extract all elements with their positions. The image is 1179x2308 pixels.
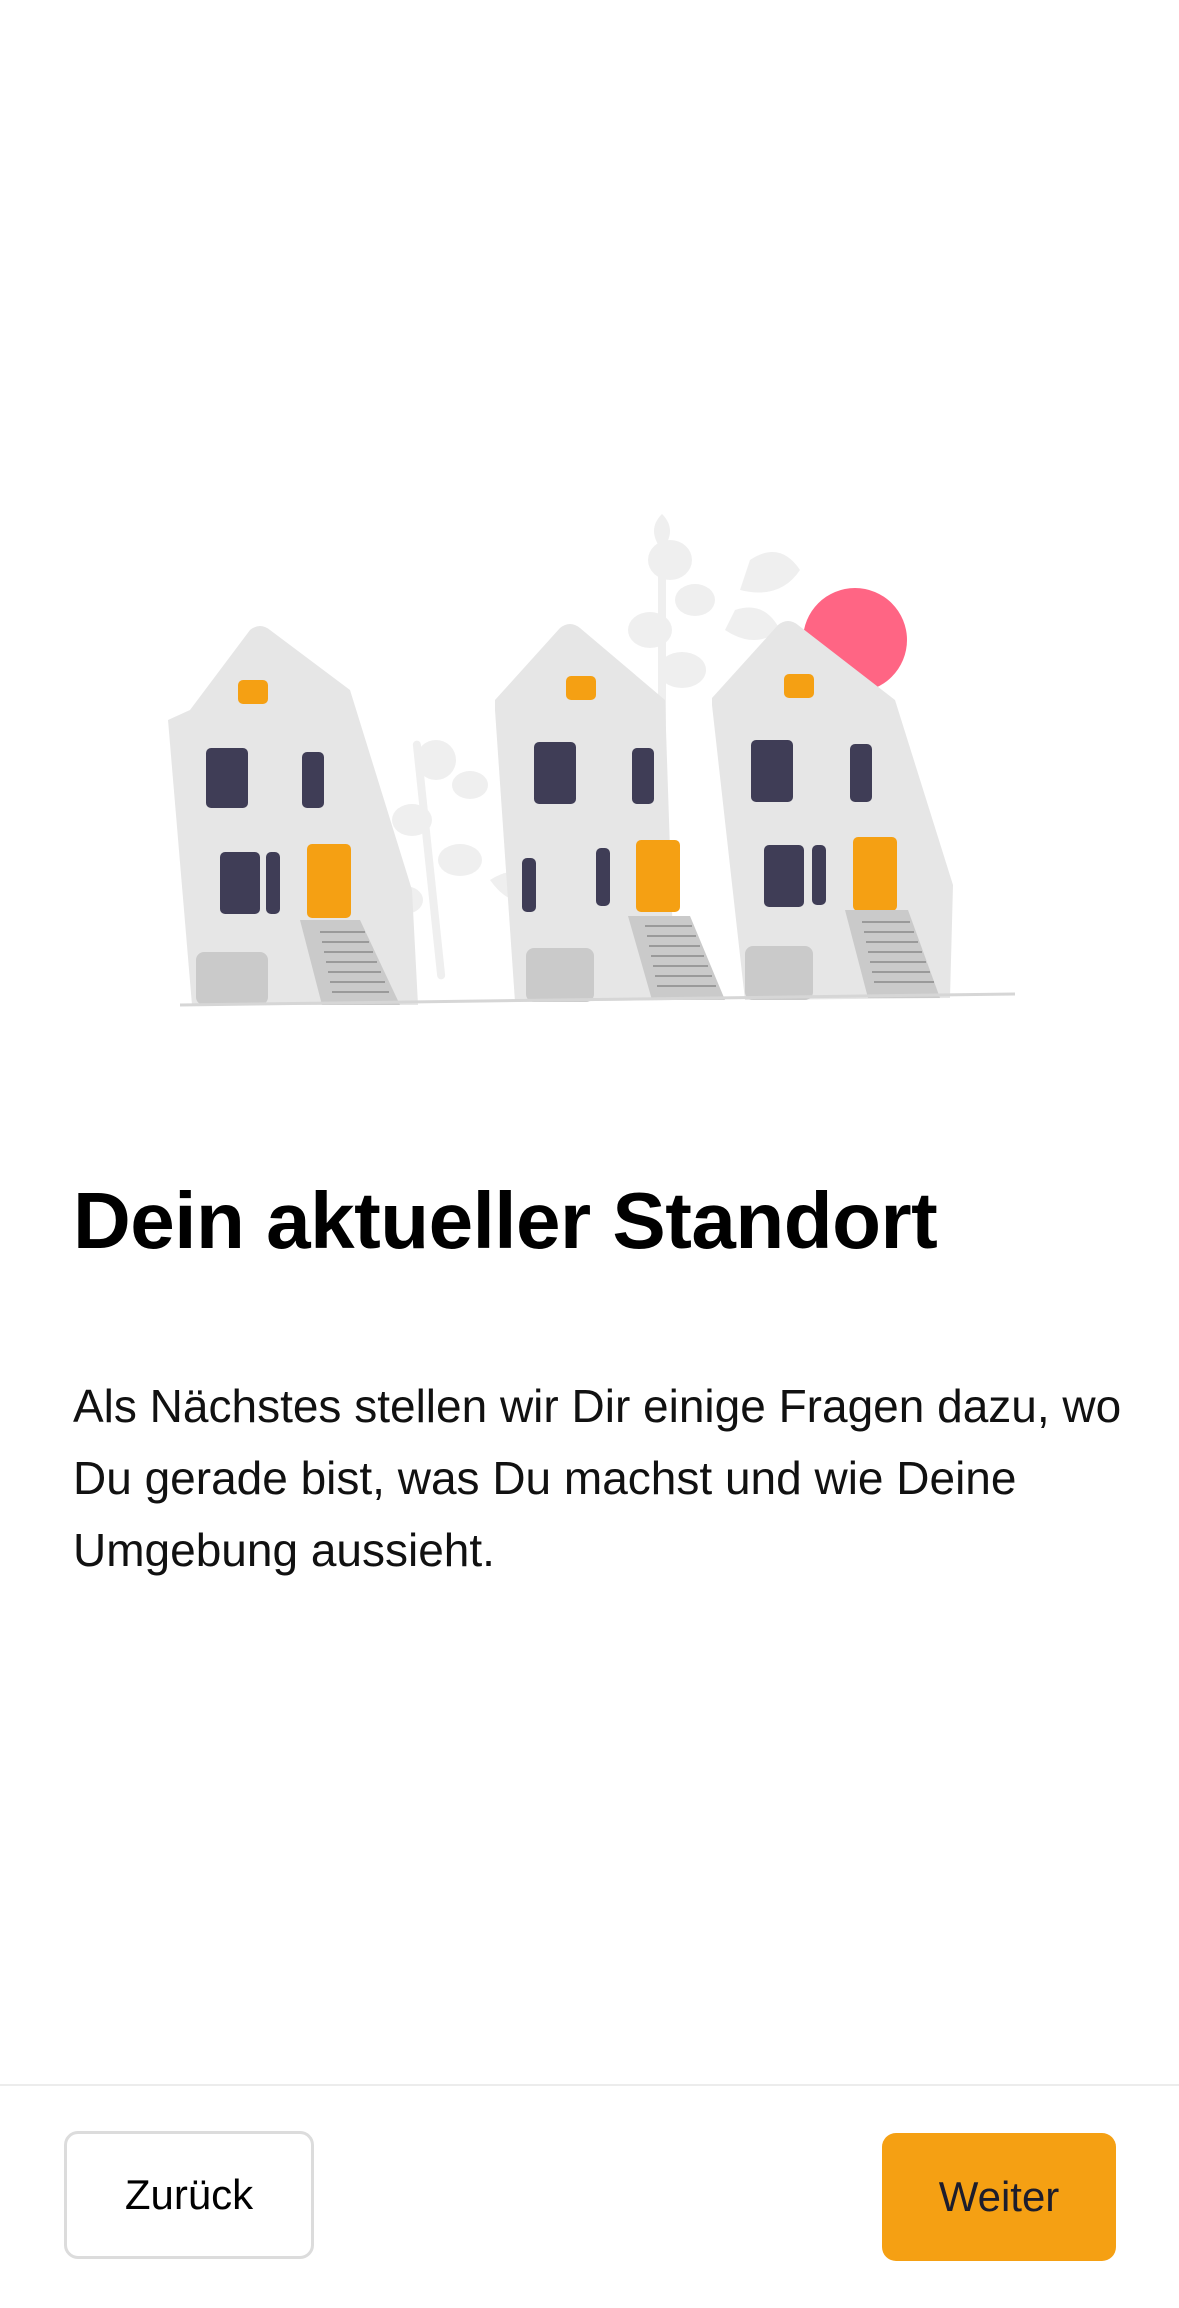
houses-illustration — [150, 480, 1030, 1020]
house-icon — [712, 621, 953, 1000]
next-button[interactable]: Weiter — [882, 2133, 1116, 2261]
page-description: Als Nächstes stellen wir Dir einige Frag… — [73, 1380, 1122, 1576]
page-title: Dein aktueller Standort — [73, 1176, 938, 1265]
house-icon — [168, 626, 418, 1005]
back-button[interactable]: Zurück — [64, 2131, 314, 2259]
footer-bar: Zurück Weiter — [0, 2084, 1179, 2308]
